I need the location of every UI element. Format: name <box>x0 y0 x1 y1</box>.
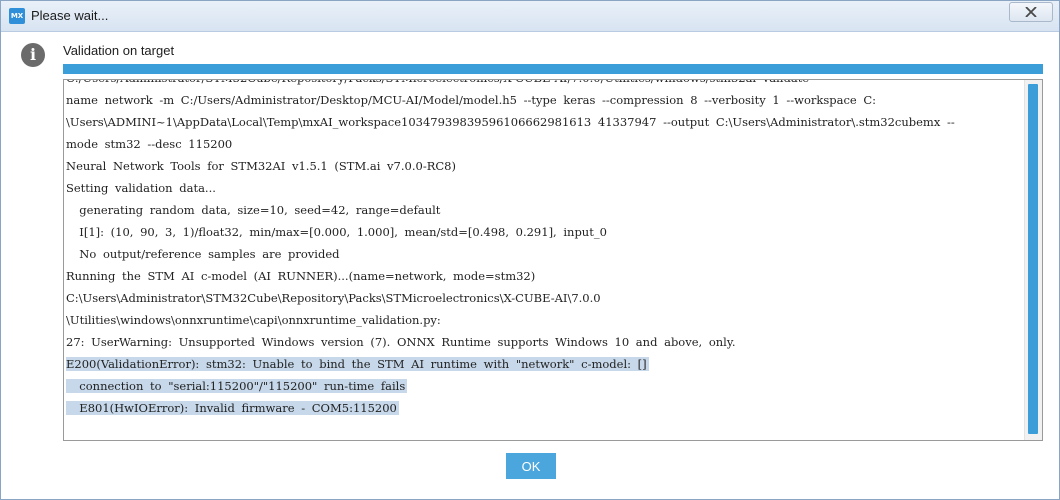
close-icon <box>1025 7 1037 17</box>
log-line: E801(HwIOError): Invalid firmware - COM5… <box>64 397 1024 419</box>
close-button[interactable] <box>1009 2 1053 22</box>
log-line-text: connection to "serial:115200"/"115200" r… <box>66 379 408 393</box>
window-title: Please wait... <box>31 8 109 23</box>
log-line: I[1]: (10, 90, 3, 1)/float32, min/max=[0… <box>64 221 1024 243</box>
vertical-scrollbar[interactable] <box>1024 80 1042 440</box>
log-line-text: name network -m C:/Users/Administrator/D… <box>66 93 877 107</box>
log-line-text: C:\Users\Administrator\STM32Cube\Reposit… <box>66 291 601 305</box>
log-line-text: 27: UserWarning: Unsupported Windows ver… <box>66 335 736 349</box>
ok-button[interactable]: OK <box>506 453 556 479</box>
log-line: Neural Network Tools for STM32AI v1.5.1 … <box>64 155 1024 177</box>
log-line-text: E801(HwIOError): Invalid firmware - COM5… <box>66 401 399 415</box>
log-line-text: generating random data, size=10, seed=42… <box>66 203 441 217</box>
log-line: mode stm32 --desc 115200 <box>64 133 1024 155</box>
log-line-text: I[1]: (10, 90, 3, 1)/float32, min/max=[0… <box>66 225 607 239</box>
dialog-window: MX Please wait... i Validation on target… <box>0 0 1060 500</box>
log-line-text: \Users\ADMINI~1\AppData\Local\Temp\mxAI_… <box>66 115 955 129</box>
log-output[interactable]: C:/Users/Administrator/STM32Cube/Reposit… <box>63 79 1043 441</box>
log-line: Running the STM AI c-model (AI RUNNER)..… <box>64 265 1024 287</box>
log-line: connection to "serial:115200"/"115200" r… <box>64 375 1024 397</box>
log-line-text: mode stm32 --desc 115200 <box>66 137 233 151</box>
log-line: \Utilities\windows\onnxruntime\capi\onnx… <box>64 309 1024 331</box>
log-line: E200(ValidationError): stm32: Unable to … <box>64 353 1024 375</box>
log-lines: C:/Users/Administrator/STM32Cube/Reposit… <box>64 80 1024 419</box>
log-line: C:/Users/Administrator/STM32Cube/Reposit… <box>64 80 1024 89</box>
log-line: Setting validation data... <box>64 177 1024 199</box>
log-line: \Users\ADMINI~1\AppData\Local\Temp\mxAI_… <box>64 111 1024 133</box>
log-line-text: Neural Network Tools for STM32AI v1.5.1 … <box>66 159 456 173</box>
dialog-heading: Validation on target <box>63 43 175 58</box>
stm32cubemx-app-icon: MX <box>9 8 25 24</box>
log-line-text: E200(ValidationError): stm32: Unable to … <box>66 357 649 371</box>
log-line-text: Running the STM AI c-model (AI RUNNER)..… <box>66 269 536 283</box>
progress-fill <box>63 64 1043 74</box>
scrollbar-thumb[interactable] <box>1028 84 1038 434</box>
log-line: name network -m C:/Users/Administrator/D… <box>64 89 1024 111</box>
title-bar[interactable]: MX Please wait... <box>1 1 1059 32</box>
log-line: generating random data, size=10, seed=42… <box>64 199 1024 221</box>
log-line: 27: UserWarning: Unsupported Windows ver… <box>64 331 1024 353</box>
log-line-text: \Utilities\windows\onnxruntime\capi\onnx… <box>66 313 441 327</box>
log-line-text: C:/Users/Administrator/STM32Cube/Reposit… <box>66 80 811 85</box>
log-line: No output/reference samples are provided <box>64 243 1024 265</box>
progress-bar <box>63 64 1043 74</box>
log-line-text: No output/reference samples are provided <box>66 247 340 261</box>
log-line-text: Setting validation data... <box>66 181 216 195</box>
info-icon: i <box>21 43 45 67</box>
log-line: C:\Users\Administrator\STM32Cube\Reposit… <box>64 287 1024 309</box>
